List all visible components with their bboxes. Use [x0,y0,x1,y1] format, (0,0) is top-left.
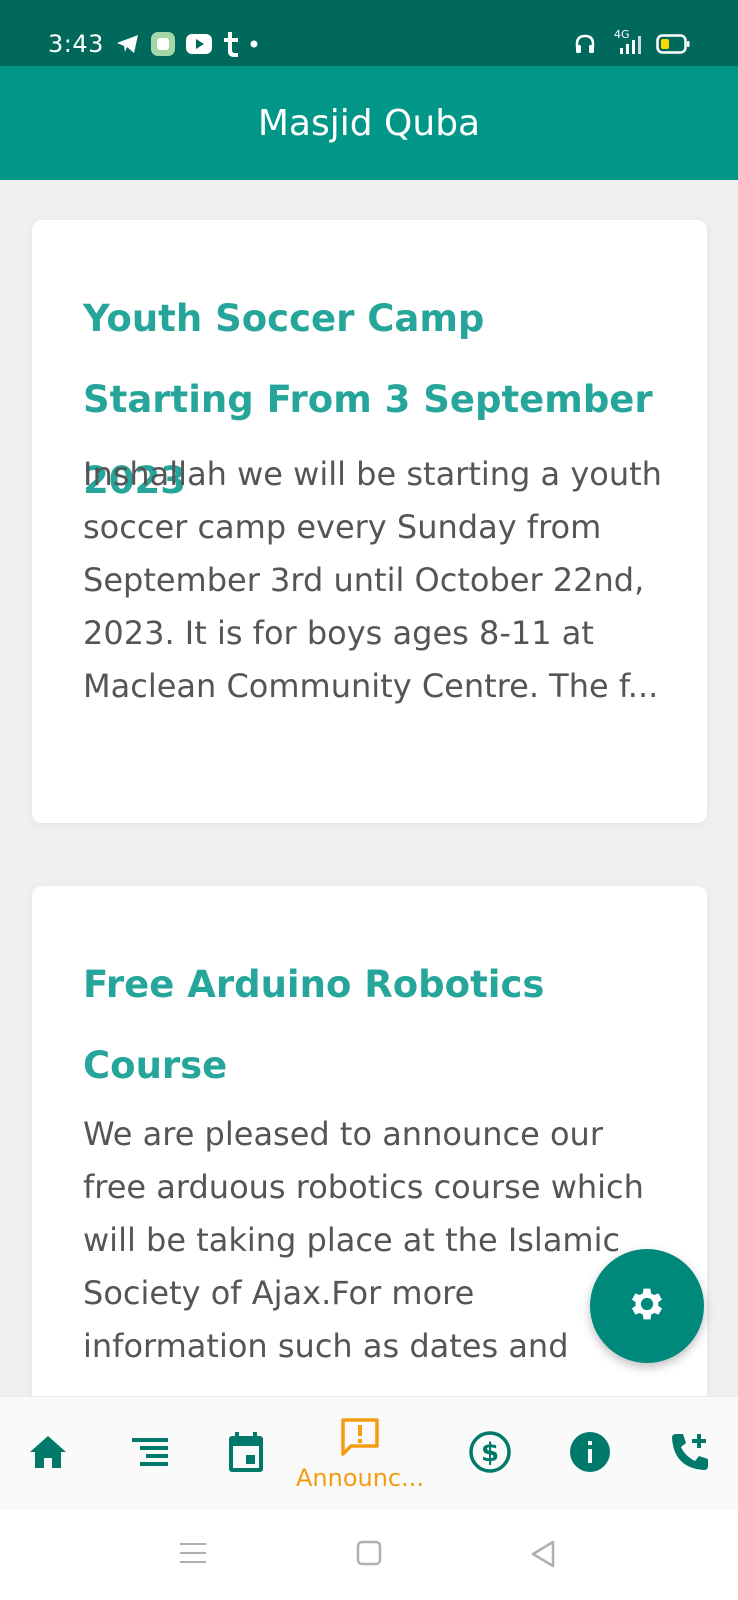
app-bar: Masjid Quba [0,66,738,180]
menu-icon[interactable] [180,1540,206,1570]
nav-announcements[interactable]: Announc... [290,1397,430,1511]
nav-contact[interactable] [660,1397,720,1511]
announcement-list[interactable]: Youth Soccer Camp Starting From 3 Septem… [0,180,738,1396]
headset-icon [574,33,596,55]
battery-icon [656,34,690,54]
nav-info[interactable] [560,1397,620,1511]
announcement-title: Free Arduino Robotics Course [83,963,545,1087]
gear-icon [626,1283,668,1329]
status-system-icons: 4G [574,28,690,56]
app-notification-icon [150,31,176,57]
nav-donate[interactable]: $ [460,1397,520,1511]
more-notifications-dot [250,40,258,48]
telegram-icon [116,33,140,55]
nav-calendar[interactable] [216,1397,276,1511]
app-title: Masjid Quba [257,102,481,144]
system-navigation-bar [0,1510,738,1600]
list-icon [130,1435,170,1473]
youtube-icon [186,34,212,54]
nav-list[interactable] [120,1397,180,1511]
announcement-icon [339,1416,381,1462]
svg-text:$: $ [481,1438,499,1468]
settings-fab-button[interactable] [590,1249,704,1363]
status-bar: 3:43 4G [0,0,738,66]
tumblr-icon [222,30,240,58]
announcement-body: We are pleased to announce our free ardu… [83,1115,644,1365]
nav-announcements-label: Announc... [295,1464,425,1492]
signal-icon: 4G [608,28,644,56]
announcement-body: Inshallah we will be starting a youth so… [83,455,662,705]
home-square-icon[interactable] [356,1540,382,1570]
back-icon[interactable] [530,1540,556,1572]
phone-add-icon [668,1430,712,1478]
status-time: 3:43 [48,30,104,58]
nav-home[interactable] [18,1397,78,1511]
home-icon [28,1433,68,1475]
calendar-icon [226,1430,266,1478]
status-notification-icons [116,30,258,58]
info-icon [569,1431,611,1477]
announcement-card[interactable]: Youth Soccer Camp Starting From 3 Septem… [32,220,707,823]
bottom-navigation: Announc... $ [0,1396,738,1510]
dollar-icon: $ [468,1430,512,1478]
